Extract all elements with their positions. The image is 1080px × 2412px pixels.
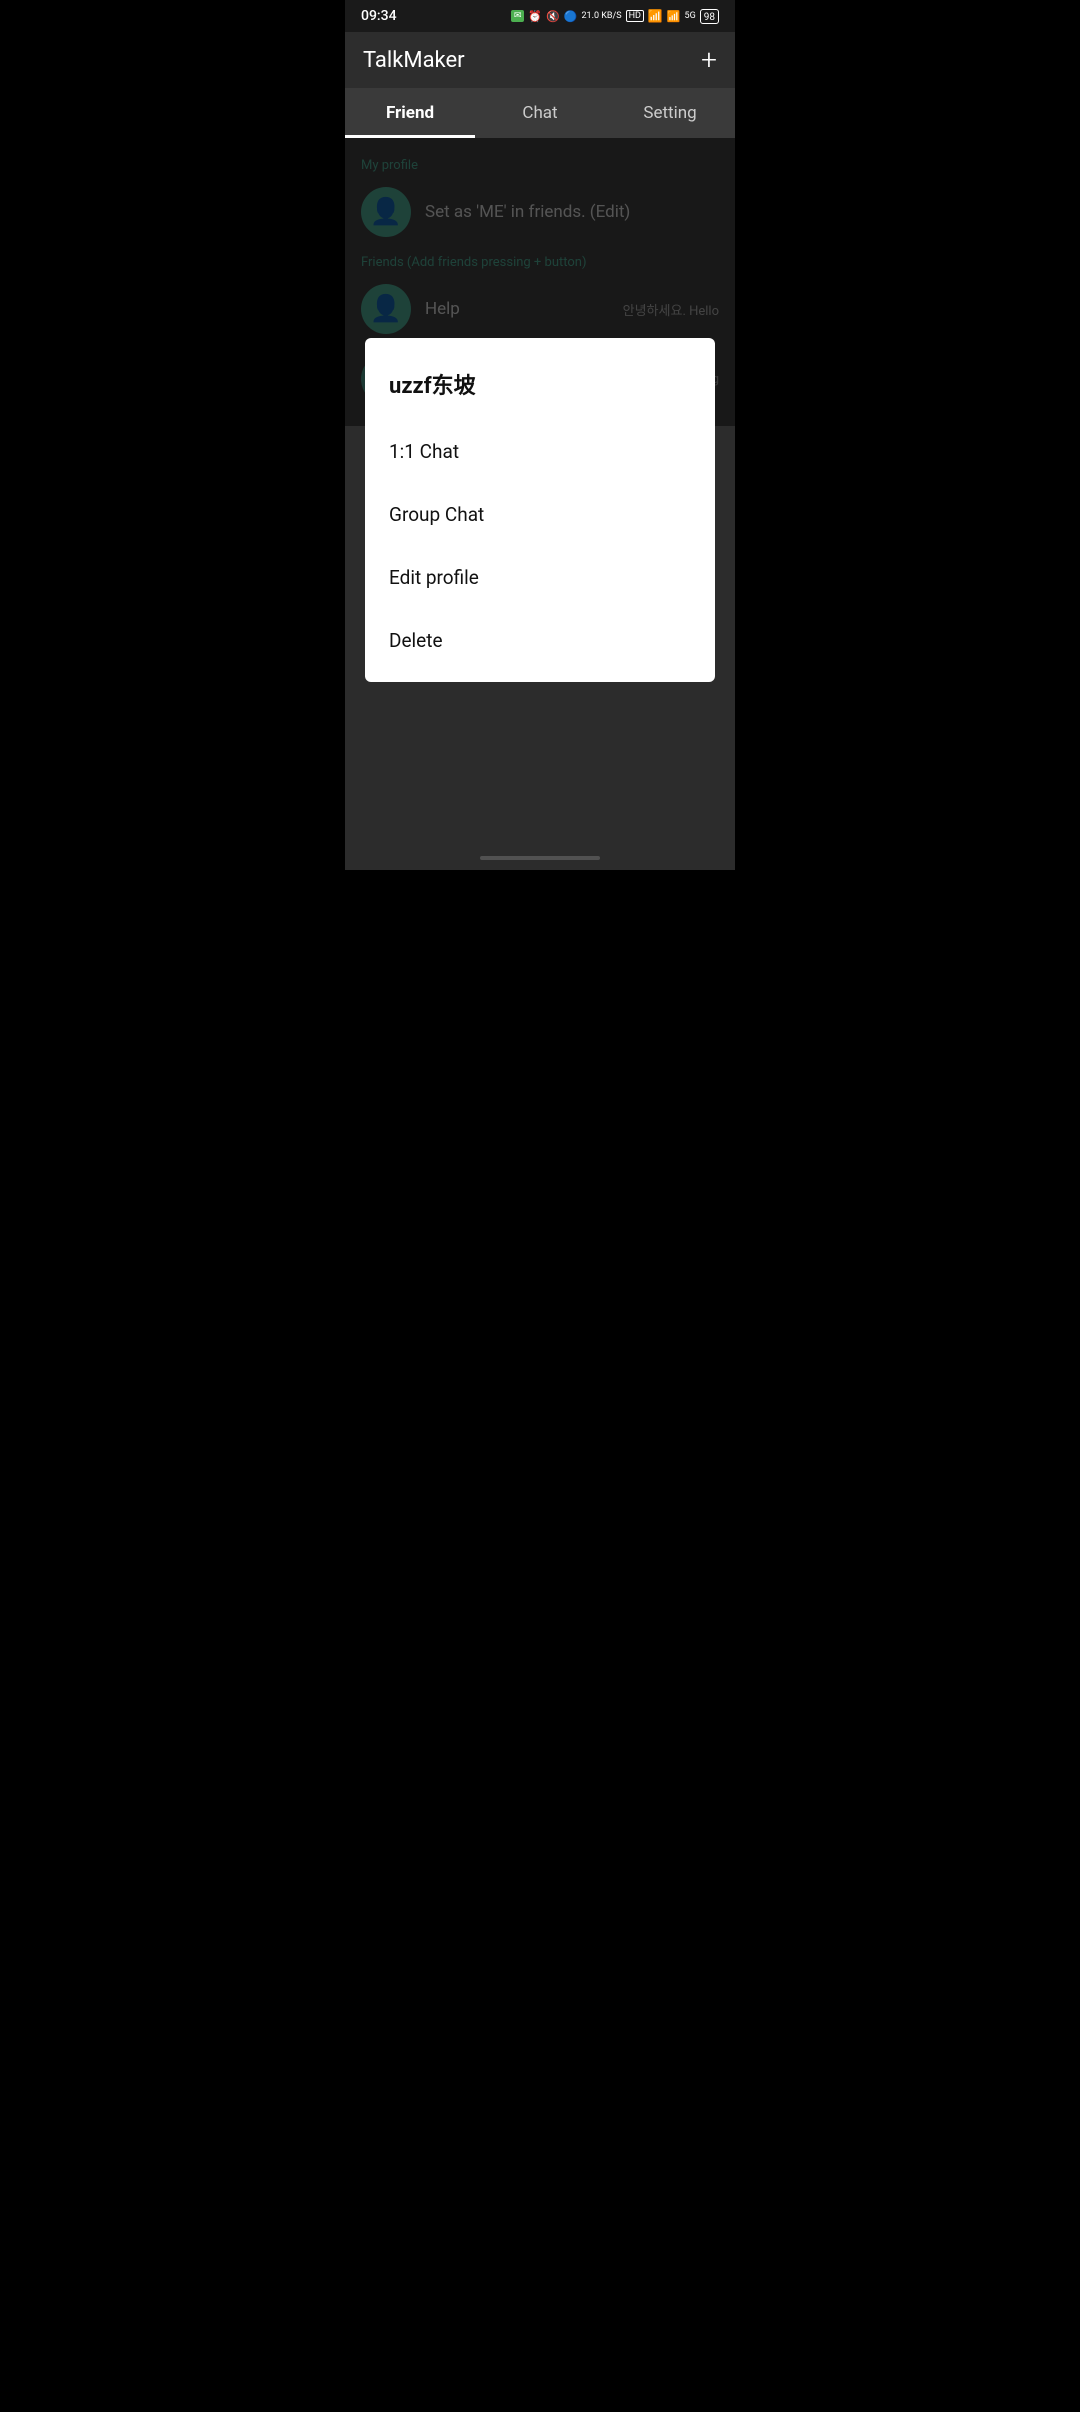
menu-item-edit-profile[interactable]: Edit profile [365, 546, 715, 609]
battery-icon: 98 [700, 9, 719, 24]
menu-item-group-chat[interactable]: Group Chat [365, 483, 715, 546]
battery-level: 98 [704, 12, 715, 23]
add-friend-button[interactable]: + [701, 46, 717, 74]
tab-chat[interactable]: Chat [475, 88, 605, 138]
status-bar: 09:34 ✉ ⏰ 🔇 🔵 21.0 KB/S HD 📶 📶 5G 98 [345, 0, 735, 32]
context-menu: uzzf东坡 1:1 Chat Group Chat Edit profile … [365, 338, 715, 682]
app-container: 09:34 ✉ ⏰ 🔇 🔵 21.0 KB/S HD 📶 📶 5G 98 Tal… [345, 0, 735, 870]
status-icons: ✉ ⏰ 🔇 🔵 21.0 KB/S HD 📶 📶 5G 98 [511, 9, 719, 24]
alarm-icon: ⏰ [528, 10, 542, 23]
mute-icon: 🔇 [546, 10, 560, 23]
tab-bar: Friend Chat Setting [345, 88, 735, 138]
app-header: TalkMaker + [345, 32, 735, 88]
menu-item-one-to-one-chat[interactable]: 1:1 Chat [365, 420, 715, 483]
menu-item-delete[interactable]: Delete [365, 609, 715, 672]
signal-icon: 📶 [667, 10, 681, 23]
app-title: TalkMaker [363, 48, 465, 73]
tab-setting[interactable]: Setting [605, 88, 735, 138]
context-menu-title: uzzf东坡 [365, 348, 715, 420]
wifi-icon: 📶 [648, 9, 663, 23]
data-speed-label: 21.0 KB/S [581, 11, 621, 21]
status-time: 09:34 [361, 8, 397, 24]
tab-friend[interactable]: Friend [345, 88, 475, 138]
tab-chat-label: Chat [522, 103, 557, 123]
signal-5g-icon: 5G [685, 11, 696, 21]
tab-setting-label: Setting [643, 103, 696, 123]
hd-badge: HD [626, 10, 644, 22]
message-notification-icon: ✉ [511, 10, 525, 22]
tab-friend-label: Friend [386, 103, 434, 123]
bluetooth-icon: 🔵 [564, 10, 578, 23]
content-area: My profile 👤 Set as 'ME' in friends. (Ed… [345, 138, 735, 870]
